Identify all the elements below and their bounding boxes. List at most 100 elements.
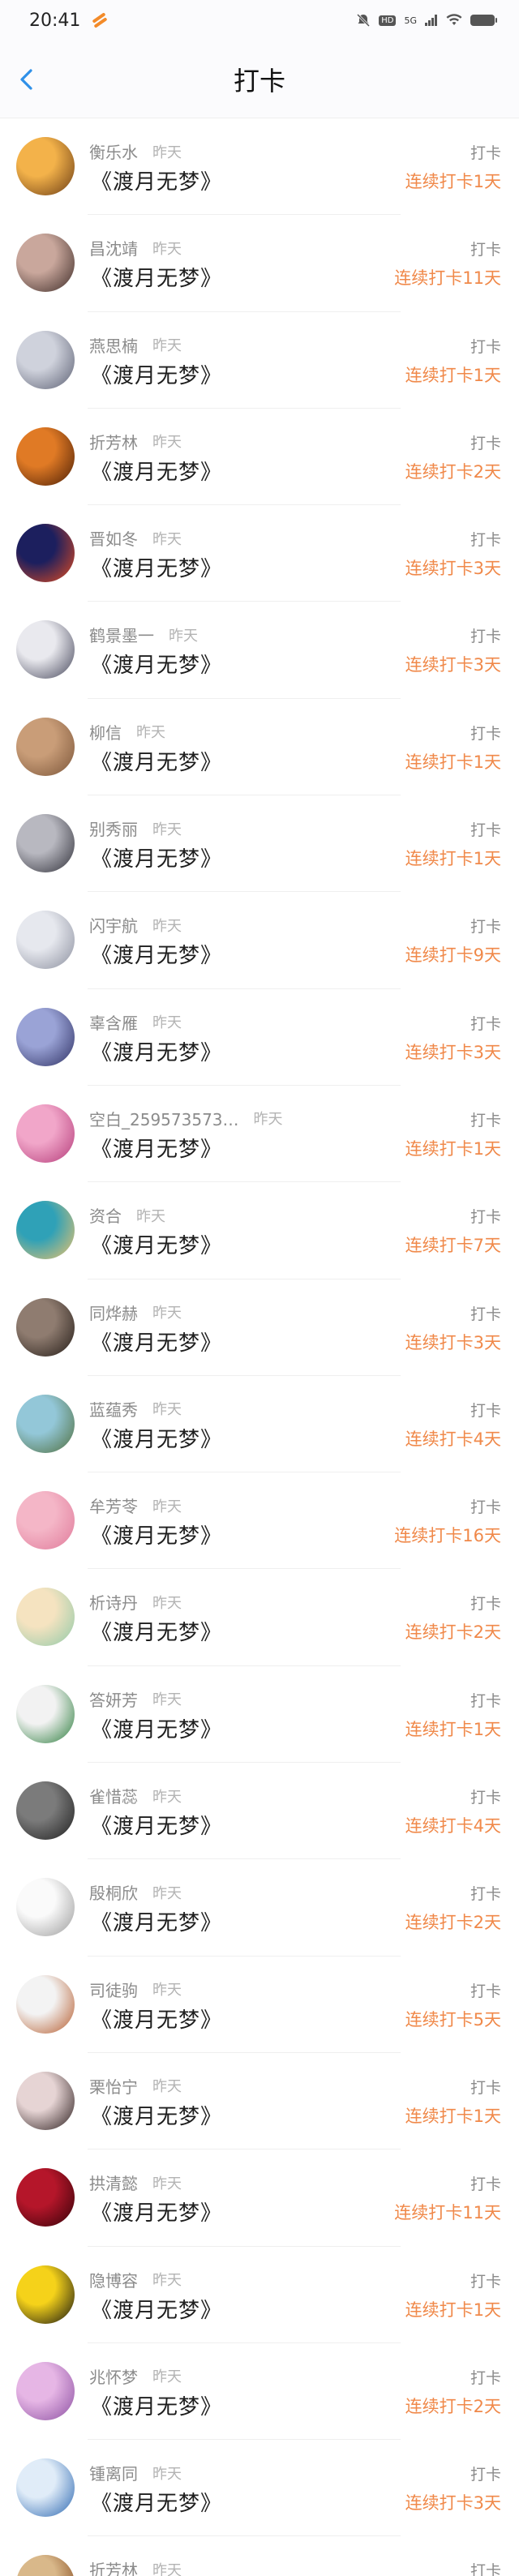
back-arrow-icon[interactable] [15, 66, 41, 92]
user-name[interactable]: 同烨赫 [89, 1301, 138, 1324]
avatar[interactable] [16, 137, 75, 195]
user-name[interactable]: 衡乐水 [89, 139, 138, 163]
user-name[interactable]: 答妍芳 [89, 1687, 138, 1711]
list-item[interactable]: 折芳林 昨天 《渡月无梦》 打卡 连续打卡2天 [0, 409, 519, 506]
user-name[interactable]: 资合 [89, 1203, 122, 1227]
user-name[interactable]: 隐博容 [89, 2268, 138, 2291]
book-title[interactable]: 《渡月无梦》 [91, 1327, 222, 1357]
list-item[interactable]: 柳信 昨天 《渡月无梦》 打卡 连续打卡1天 [0, 699, 519, 796]
avatar[interactable] [16, 1684, 75, 1743]
book-title[interactable]: 《渡月无梦》 [91, 746, 222, 776]
avatar[interactable] [16, 814, 75, 873]
book-title[interactable]: 《渡月无梦》 [91, 2197, 222, 2227]
book-title[interactable]: 《渡月无梦》 [91, 2100, 222, 2130]
book-title[interactable]: 《渡月无梦》 [91, 2004, 222, 2034]
list-item[interactable]: 雀惜蕊 昨天 《渡月无梦》 打卡 连续打卡4天 [0, 1763, 519, 1860]
list-item[interactable]: 资合 昨天 《渡月无梦》 打卡 连续打卡7天 [0, 1182, 519, 1279]
user-name[interactable]: 闪宇航 [89, 913, 138, 937]
user-name[interactable]: 昌沈靖 [89, 236, 138, 259]
list-item[interactable]: 析诗丹 昨天 《渡月无梦》 打卡 连续打卡2天 [0, 1569, 519, 1667]
list-item[interactable]: 燕思楠 昨天 《渡月无梦》 打卡 连续打卡1天 [0, 312, 519, 409]
avatar[interactable] [16, 2071, 75, 2130]
list-item[interactable]: 司徒驹 昨天 《渡月无梦》 打卡 连续打卡5天 [0, 1957, 519, 2054]
list-item[interactable]: 殷桐欣 昨天 《渡月无梦》 打卡 连续打卡2天 [0, 1859, 519, 1957]
avatar[interactable] [16, 2265, 75, 2324]
avatar[interactable] [16, 717, 75, 776]
list-item[interactable]: 牟芳苓 昨天 《渡月无梦》 打卡 连续打卡16天 [0, 1472, 519, 1570]
avatar[interactable] [16, 2555, 75, 2576]
avatar[interactable] [16, 1297, 75, 1357]
user-name[interactable]: 燕思楠 [89, 333, 138, 357]
list-item[interactable]: 晋如冬 昨天 《渡月无梦》 打卡 连续打卡3天 [0, 505, 519, 602]
avatar[interactable] [16, 1491, 75, 1550]
avatar[interactable] [16, 1104, 75, 1163]
book-title[interactable]: 《渡月无梦》 [91, 456, 222, 486]
avatar[interactable] [16, 1007, 75, 1066]
avatar[interactable] [16, 2458, 75, 2518]
list-item[interactable]: 拱清懿 昨天 《渡月无梦》 打卡 连续打卡11天 [0, 2150, 519, 2247]
user-name[interactable]: 空白_259573573… [89, 1107, 239, 1130]
user-name[interactable]: 折芳林 [89, 2557, 138, 2576]
book-title[interactable]: 《渡月无梦》 [91, 1519, 222, 1549]
user-name[interactable]: 晋如冬 [89, 526, 138, 550]
user-name[interactable]: 雀惜蕊 [89, 1784, 138, 1807]
book-title[interactable]: 《渡月无梦》 [91, 552, 222, 582]
book-title[interactable]: 《渡月无梦》 [91, 649, 222, 679]
user-name[interactable]: 司徒驹 [89, 1978, 138, 2001]
user-name[interactable]: 鹤景墨一 [89, 623, 154, 646]
list-item[interactable]: 别秀丽 昨天 《渡月无梦》 打卡 连续打卡1天 [0, 795, 519, 893]
book-title[interactable]: 《渡月无梦》 [91, 1906, 222, 1936]
user-name[interactable]: 兆怀梦 [89, 2364, 138, 2388]
avatar[interactable] [16, 524, 75, 583]
list-item[interactable]: 锺离同 昨天 《渡月无梦》 打卡 连续打卡3天 [0, 2440, 519, 2537]
user-name[interactable]: 辜含雁 [89, 1010, 138, 1034]
user-name[interactable]: 析诗丹 [89, 1590, 138, 1614]
list-item[interactable]: 衡乐水 昨天 《渡月无梦》 打卡 连续打卡1天 [0, 118, 519, 216]
book-title[interactable]: 《渡月无梦》 [91, 1133, 222, 1163]
avatar[interactable] [16, 1201, 75, 1260]
avatar[interactable] [16, 330, 75, 389]
user-name[interactable]: 柳信 [89, 720, 122, 744]
avatar[interactable] [16, 1588, 75, 1647]
book-title[interactable]: 《渡月无梦》 [91, 1423, 222, 1453]
user-name[interactable]: 牟芳苓 [89, 1494, 138, 1517]
list-item[interactable]: 闪宇航 昨天 《渡月无梦》 打卡 连续打卡9天 [0, 892, 519, 989]
list-item[interactable]: 同烨赫 昨天 《渡月无梦》 打卡 连续打卡3天 [0, 1279, 519, 1377]
user-name[interactable]: 蓝蕴秀 [89, 1397, 138, 1421]
book-title[interactable]: 《渡月无梦》 [91, 165, 222, 195]
book-title[interactable]: 《渡月无梦》 [91, 2390, 222, 2420]
avatar[interactable] [16, 2361, 75, 2420]
avatar[interactable] [16, 911, 75, 970]
book-title[interactable]: 《渡月无梦》 [91, 359, 222, 389]
list-item[interactable]: 答妍芳 昨天 《渡月无梦》 打卡 连续打卡1天 [0, 1666, 519, 1764]
list-item[interactable]: 折芳林昨天《渡月无梦》打卡连续打卡1天 [0, 2536, 519, 2576]
book-title[interactable]: 《渡月无梦》 [91, 2294, 222, 2324]
book-title[interactable]: 《渡月无梦》 [91, 1036, 222, 1066]
avatar[interactable] [16, 2168, 75, 2227]
user-name[interactable]: 折芳林 [89, 430, 138, 453]
user-name[interactable]: 别秀丽 [89, 817, 138, 840]
list-item[interactable]: 兆怀梦 昨天 《渡月无梦》 打卡 连续打卡2天 [0, 2343, 519, 2441]
avatar[interactable] [16, 1781, 75, 1841]
book-title[interactable]: 《渡月无梦》 [91, 1616, 222, 1646]
book-title[interactable]: 《渡月无梦》 [91, 1713, 222, 1743]
book-title[interactable]: 《渡月无梦》 [91, 2487, 222, 2517]
list-item[interactable]: 栗怡宁 昨天 《渡月无梦》 打卡 连续打卡1天 [0, 2053, 519, 2150]
avatar[interactable] [16, 426, 75, 486]
book-title[interactable]: 《渡月无梦》 [91, 939, 222, 969]
book-title[interactable]: 《渡月无梦》 [91, 842, 222, 872]
list-item[interactable]: 鹤景墨一 昨天 《渡月无梦》 打卡 连续打卡3天 [0, 602, 519, 700]
list-item[interactable]: 隐博容 昨天 《渡月无梦》 打卡 连续打卡1天 [0, 2247, 519, 2344]
user-name[interactable]: 殷桐欣 [89, 1880, 138, 1904]
avatar[interactable] [16, 620, 75, 679]
list-item[interactable]: 空白_259573573… 昨天 《渡月无梦》 打卡 连续打卡1天 [0, 1086, 519, 1183]
list-item[interactable]: 辜含雁 昨天 《渡月无梦》 打卡 连续打卡3天 [0, 989, 519, 1087]
user-name[interactable]: 栗怡宁 [89, 2074, 138, 2098]
list-item[interactable]: 蓝蕴秀 昨天 《渡月无梦》 打卡 连续打卡4天 [0, 1376, 519, 1473]
book-title[interactable]: 《渡月无梦》 [91, 1229, 222, 1259]
book-title[interactable]: 《渡月无梦》 [91, 262, 222, 292]
avatar[interactable] [16, 1394, 75, 1453]
avatar[interactable] [16, 1878, 75, 1937]
avatar[interactable] [16, 1974, 75, 2034]
user-name[interactable]: 锺离同 [89, 2461, 138, 2484]
